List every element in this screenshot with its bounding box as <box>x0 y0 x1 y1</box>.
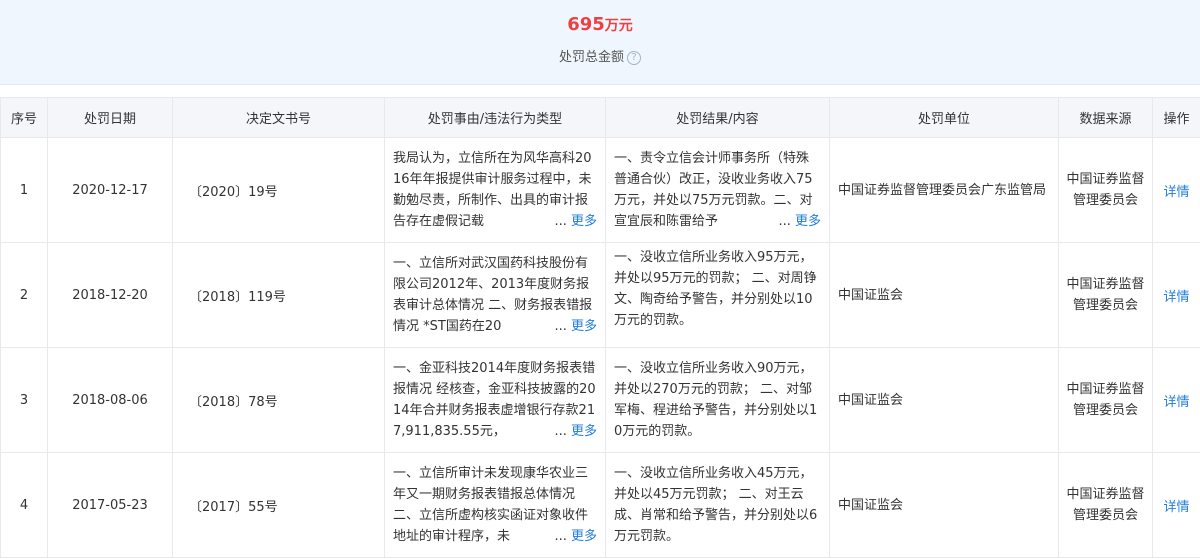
more-toggle[interactable]: ... 更多 <box>550 316 597 337</box>
more-toggle[interactable]: ... 更多 <box>550 211 597 232</box>
total-amount-caption: 处罚总金额? <box>0 46 1200 65</box>
row-result-cell: 一、没收立信所业务收入95万元，并处以95万元的罚款； 二、对周铮文、陶奇给予警… <box>605 242 830 348</box>
total-amount-label: 处罚总金额 <box>558 50 624 65</box>
header-source: 数据来源 <box>1058 97 1153 138</box>
header-date: 处罚日期 <box>47 97 173 138</box>
row-source: 中国证券监督管理委员会 <box>1058 242 1153 348</box>
more-ellipsis: ... <box>554 214 567 229</box>
row-unit: 中国证监会 <box>829 452 1059 558</box>
row-unit: 中国证监会 <box>829 347 1059 453</box>
table-row: 2 2018-12-20 〔2018〕119号 一、立信所对武汉国药科技股份有限… <box>0 242 1200 348</box>
table-row: 3 2018-08-06 〔2018〕78号 一、金亚科技2014年度财务报表错… <box>0 347 1200 453</box>
row-action-cell: 详情 <box>1152 452 1200 558</box>
row-reason: 一、金亚科技2014年度财务报表错报情况 经核查，金亚科技披露的2014年合并财… <box>393 358 597 442</box>
more-link[interactable]: 更多 <box>571 529 597 544</box>
row-unit: 中国证监会 <box>829 242 1059 348</box>
row-index: 1 <box>0 137 48 243</box>
row-source: 中国证券监督管理委员会 <box>1058 452 1153 558</box>
header-unit: 处罚单位 <box>829 97 1059 138</box>
row-reason-cell: 一、立信所审计未发现康华农业三年又一期财务报表错报总体情况 二、立信所虚构核实函… <box>384 452 606 558</box>
row-doc-no: 〔2018〕78号 <box>172 347 385 453</box>
row-result: 一、责令立信会计师事务所（特殊普通合伙）改正，没收业务收入75万元，并处以75万… <box>614 148 821 232</box>
row-index: 2 <box>0 242 48 348</box>
total-amount: 695万元 <box>0 14 1200 35</box>
more-link[interactable]: 更多 <box>795 214 821 229</box>
more-ellipsis: ... <box>554 424 567 439</box>
row-reason-cell: 一、立信所对武汉国药科技股份有限公司2012年、2013年度财务报表审计总体情况… <box>384 242 606 348</box>
detail-link[interactable]: 详情 <box>1163 500 1189 515</box>
row-result: 一、没收立信所业务收入45万元，并处以45万元罚款； 二、对王云成、肖常和给予警… <box>614 466 818 544</box>
row-unit: 中国证券监督管理委员会广东监管局 <box>829 137 1059 243</box>
table-header-row: 序号 处罚日期 决定文书号 处罚事由/违法行为类型 处罚结果/内容 处罚单位 数… <box>0 97 1200 138</box>
more-link[interactable]: 更多 <box>571 214 597 229</box>
row-reason: 一、立信所对武汉国药科技股份有限公司2012年、2013年度财务报表审计总体情况… <box>393 253 597 337</box>
row-reason: 我局认为，立信所在为风华高科2016年年报提供审计服务过程中，未勤勉尽责，所制作… <box>393 148 597 232</box>
row-date: 2017-05-23 <box>47 452 173 558</box>
row-source: 中国证券监督管理委员会 <box>1058 137 1153 243</box>
header-action: 操作 <box>1152 97 1200 138</box>
penalty-table: 序号 处罚日期 决定文书号 处罚事由/违法行为类型 处罚结果/内容 处罚单位 数… <box>0 97 1200 558</box>
detail-link[interactable]: 详情 <box>1163 395 1189 410</box>
row-doc-no: 〔2020〕19号 <box>172 137 385 243</box>
more-ellipsis: ... <box>554 319 567 334</box>
more-toggle[interactable]: ... 更多 <box>550 526 597 547</box>
total-amount-unit: 万元 <box>604 18 633 34</box>
row-action-cell: 详情 <box>1152 347 1200 453</box>
more-toggle[interactable]: ... 更多 <box>774 211 821 232</box>
row-doc-no: 〔2017〕55号 <box>172 452 385 558</box>
row-result-cell: 一、没收立信所业务收入45万元，并处以45万元罚款； 二、对王云成、肖常和给予警… <box>605 452 830 558</box>
row-date: 2018-12-20 <box>47 242 173 348</box>
more-ellipsis: ... <box>554 529 567 544</box>
more-ellipsis: ... <box>778 214 791 229</box>
more-toggle[interactable]: ... 更多 <box>550 421 597 442</box>
row-action-cell: 详情 <box>1152 137 1200 243</box>
row-action-cell: 详情 <box>1152 242 1200 348</box>
row-result: 一、没收立信所业务收入90万元，并处以270万元的罚款； 二、对邹军梅、程进给予… <box>614 361 818 439</box>
row-source: 中国证券监督管理委员会 <box>1058 347 1153 453</box>
total-amount-number: 695 <box>567 14 605 35</box>
table-row: 4 2017-05-23 〔2017〕55号 一、立信所审计未发现康华农业三年又… <box>0 452 1200 558</box>
row-date: 2020-12-17 <box>47 137 173 243</box>
row-doc-no: 〔2018〕119号 <box>172 242 385 348</box>
more-link[interactable]: 更多 <box>571 424 597 439</box>
header-reason: 处罚事由/违法行为类型 <box>384 97 606 138</box>
penalty-summary: 695万元 处罚总金额? <box>0 0 1200 85</box>
row-reason: 一、立信所审计未发现康华农业三年又一期财务报表错报总体情况 二、立信所虚构核实函… <box>393 463 597 547</box>
header-doc-no: 决定文书号 <box>172 97 385 138</box>
header-result: 处罚结果/内容 <box>605 97 830 138</box>
row-date: 2018-08-06 <box>47 347 173 453</box>
row-index: 4 <box>0 452 48 558</box>
row-reason-cell: 一、金亚科技2014年度财务报表错报情况 经核查，金亚科技披露的2014年合并财… <box>384 347 606 453</box>
detail-link[interactable]: 详情 <box>1163 185 1189 200</box>
detail-link[interactable]: 详情 <box>1163 290 1189 305</box>
row-index: 3 <box>0 347 48 453</box>
row-reason-cell: 我局认为，立信所在为风华高科2016年年报提供审计服务过程中，未勤勉尽责，所制作… <box>384 137 606 243</box>
more-link[interactable]: 更多 <box>571 319 597 334</box>
help-icon[interactable]: ? <box>627 51 641 65</box>
table-row: 1 2020-12-17 〔2020〕19号 我局认为，立信所在为风华高科201… <box>0 137 1200 243</box>
row-result: 一、没收立信所业务收入95万元，并处以95万元的罚款； 二、对周铮文、陶奇给予警… <box>614 250 817 328</box>
row-result-cell: 一、没收立信所业务收入90万元，并处以270万元的罚款； 二、对邹军梅、程进给予… <box>605 347 830 453</box>
header-index: 序号 <box>0 97 48 138</box>
row-result-cell: 一、责令立信会计师事务所（特殊普通合伙）改正，没收业务收入75万元，并处以75万… <box>605 137 830 243</box>
